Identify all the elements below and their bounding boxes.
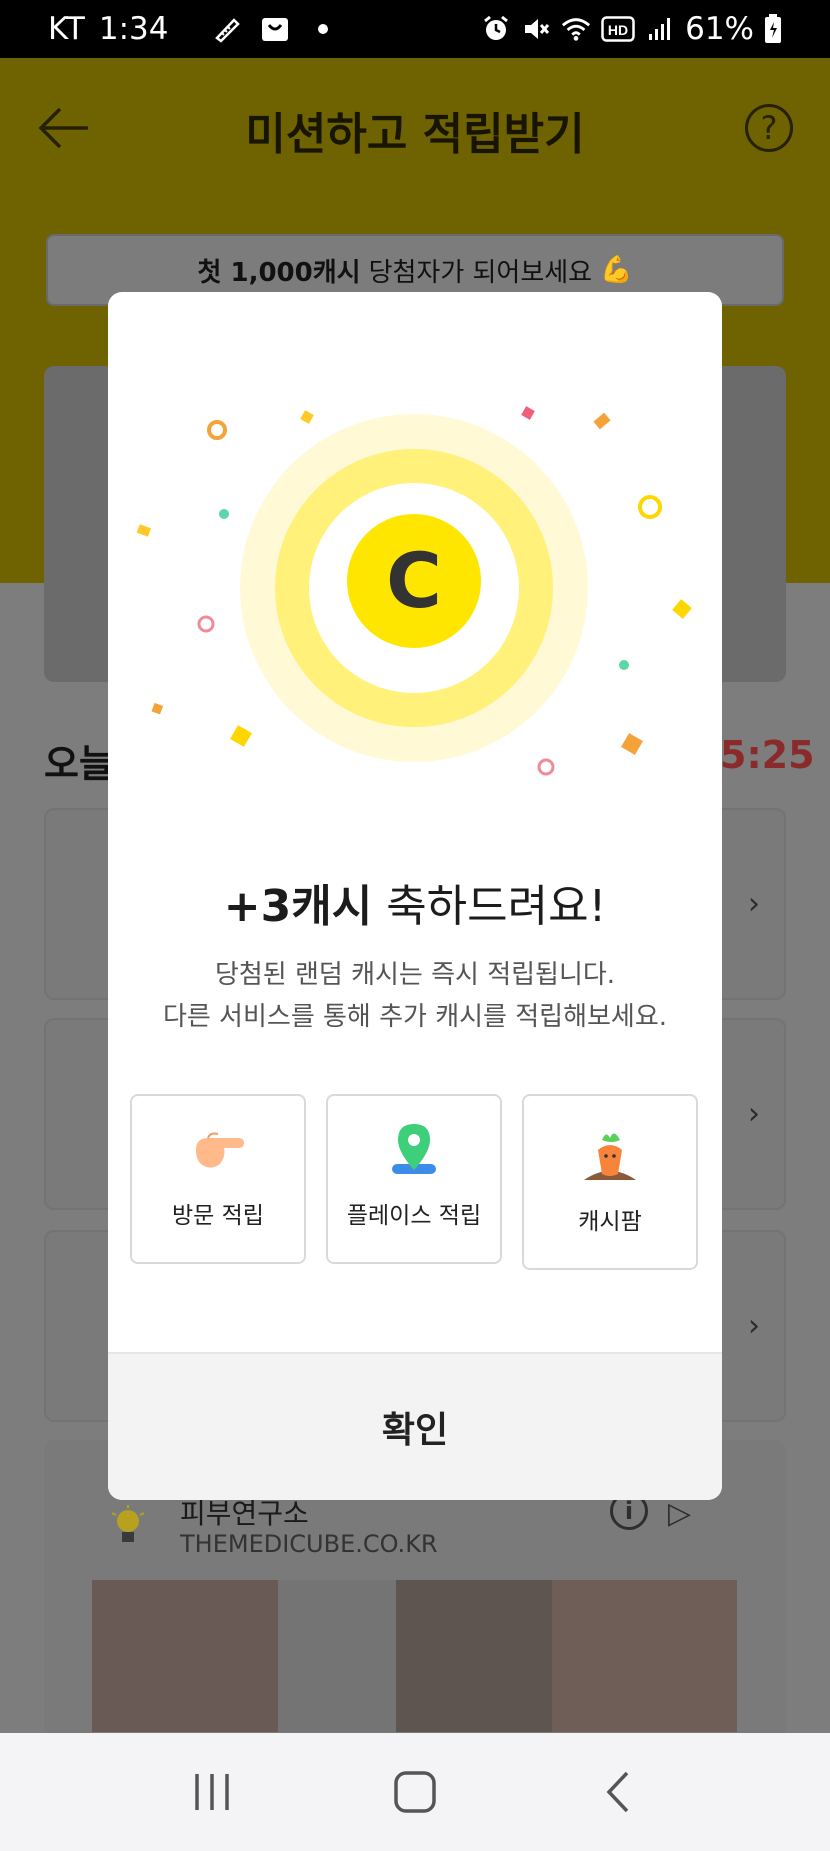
dot-icon	[308, 14, 338, 44]
svg-text:HD: HD	[608, 22, 628, 38]
home-button[interactable]	[385, 1762, 445, 1822]
page-title: 미션하고 적립받기	[245, 109, 585, 160]
description-line-2: 다른 서비스를 통해 추가 캐시를 적립해보세요.	[162, 1002, 668, 1032]
alarm-icon	[481, 14, 511, 44]
option-label: 방문 적립	[172, 1203, 264, 1229]
chevron-right-icon: ›	[748, 886, 760, 922]
pointing-hand-icon	[196, 1132, 244, 1168]
battery-percent: 61%	[685, 11, 754, 47]
cash-farm-option[interactable]: 캐시팜	[522, 1094, 698, 1270]
description-line-1: 당첨된 랜덤 캐시는 즉시 적립됩니다.	[214, 960, 616, 990]
flexed-arm-emoji: 💪	[600, 255, 633, 285]
status-bar: KT 1:34 HD 61%	[0, 0, 830, 58]
option-label: 캐시팜	[578, 1209, 642, 1235]
question-circle-icon[interactable]: ?	[745, 104, 793, 152]
reward-amount: +3캐시	[223, 881, 373, 932]
option-label: 플레이스 적립	[346, 1203, 482, 1229]
ad-image	[92, 1580, 278, 1732]
carrot-icon	[584, 1133, 636, 1180]
ad-image-strip[interactable]	[92, 1580, 737, 1732]
promo-text: 당첨자가 되어보세요	[368, 257, 593, 288]
location-pin-icon	[392, 1124, 436, 1174]
ad-url: THEMEDICUBE.CO.KR	[180, 1530, 438, 1558]
carrier-label: KT	[48, 11, 85, 47]
congrats-text: 축하드려요!	[386, 881, 607, 932]
reward-dialog: C +3캐시 축하드려요! 당첨된 랜덤 캐시는 즉시 적립됩니다. 다른 서비…	[108, 292, 722, 1500]
clock: 1:34	[98, 11, 169, 47]
ad-image	[396, 1580, 552, 1732]
dialog-description: 당첨된 랜덤 캐시는 즉시 적립됩니다. 다른 서비스를 통해 추가 캐시를 적…	[108, 954, 722, 1038]
confirm-button[interactable]: 확인	[108, 1352, 722, 1500]
countdown-timer: 5:25	[720, 733, 815, 777]
home-icon	[394, 1771, 436, 1813]
svg-text:C: C	[386, 536, 442, 625]
wifi-icon	[561, 14, 591, 44]
celebration-illustration: C	[136, 406, 692, 776]
signal-icon	[645, 14, 675, 44]
back-nav-button[interactable]	[588, 1762, 648, 1822]
shopping-bag-icon	[260, 14, 290, 44]
battery-icon	[764, 14, 782, 44]
ad-image	[552, 1580, 737, 1732]
chevron-right-icon: ›	[748, 1308, 760, 1344]
coin-icon: C	[347, 514, 481, 648]
chevron-left-icon	[606, 1771, 629, 1813]
pen-icon	[212, 14, 242, 44]
navigation-bar	[0, 1733, 830, 1851]
mute-icon	[521, 14, 551, 44]
chevron-right-icon: ›	[748, 1096, 760, 1132]
today-missions-heading: 오늘	[44, 742, 114, 786]
dialog-title: +3캐시 축하드려요!	[108, 870, 722, 934]
recent-apps-icon	[194, 1774, 229, 1810]
lightbulb-icon	[110, 1505, 146, 1549]
place-reward-option[interactable]: 플레이스 적립	[326, 1094, 502, 1264]
hd-icon: HD	[601, 14, 635, 44]
promo-bold-text: 첫 1,000캐시	[197, 257, 361, 288]
recent-apps-button[interactable]	[182, 1762, 242, 1822]
visit-reward-option[interactable]: 방문 적립	[130, 1094, 306, 1264]
confirm-label: 확인	[381, 1410, 449, 1451]
ad-choices-icon[interactable]: ▷	[668, 1496, 691, 1531]
ad-image	[278, 1580, 396, 1732]
